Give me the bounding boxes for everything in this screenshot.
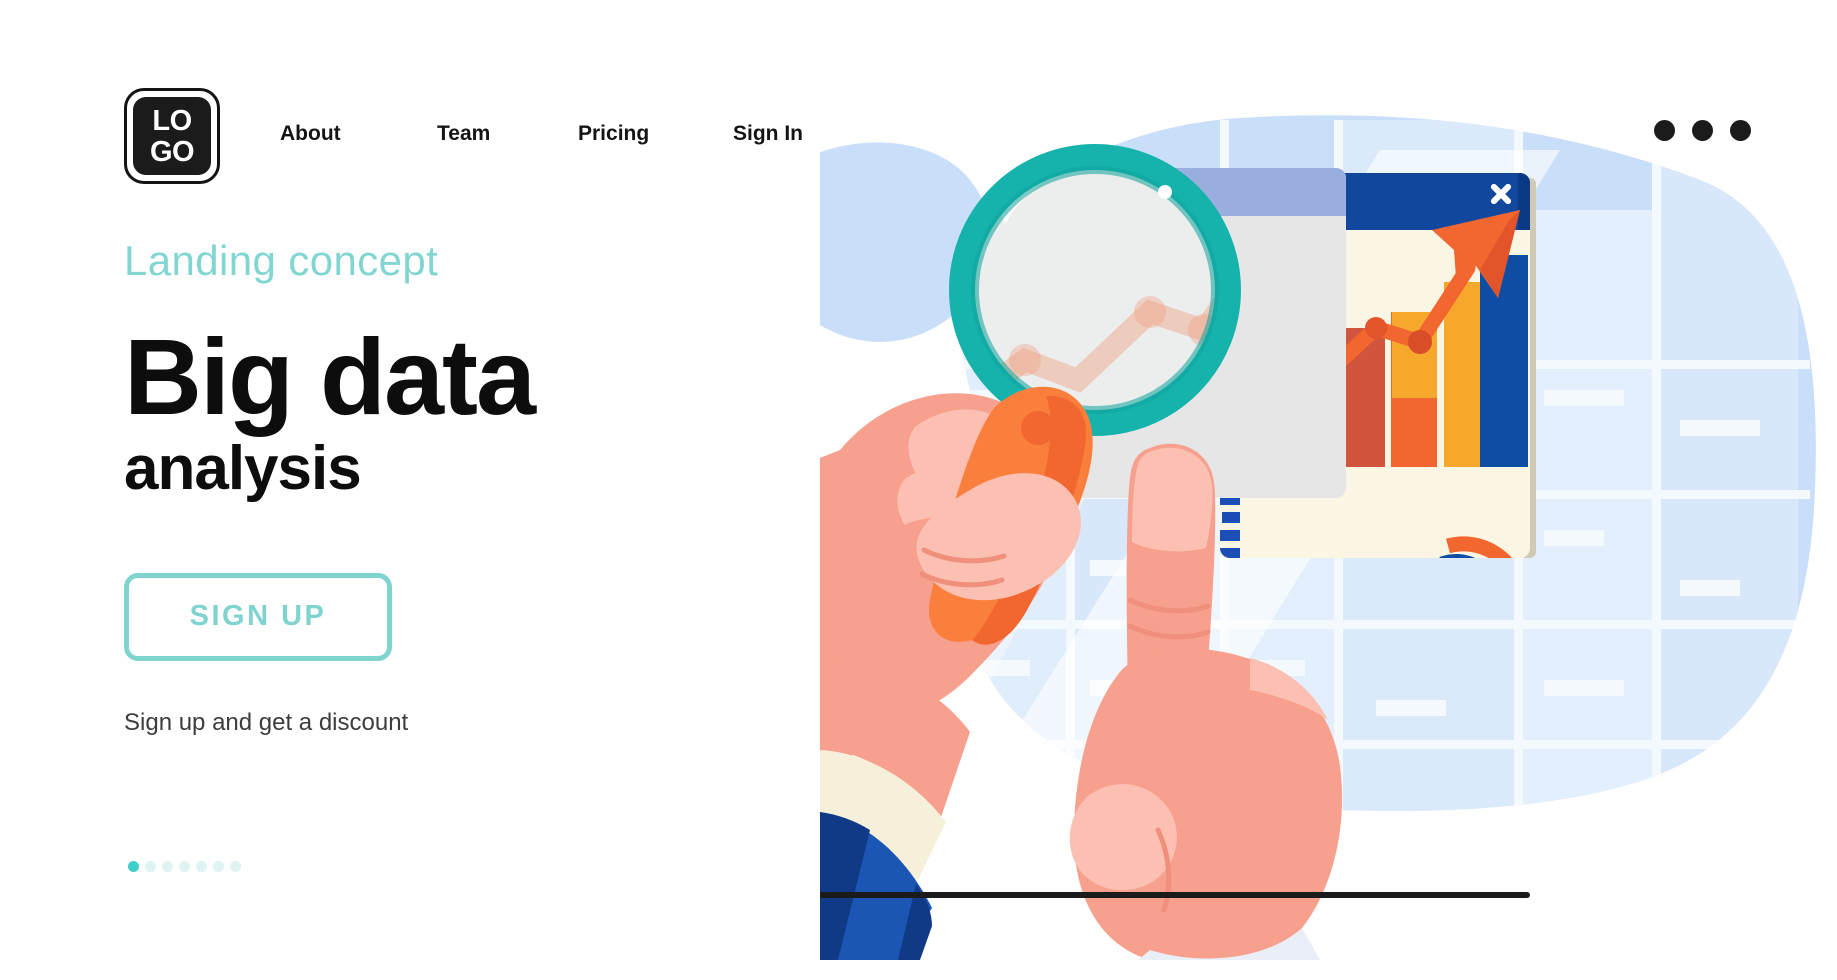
carousel-dot-3[interactable]: [162, 861, 173, 872]
carousel-dot-1[interactable]: [128, 861, 139, 872]
page-subtitle: analysis: [124, 433, 362, 503]
carousel-dot-6[interactable]: [213, 861, 224, 872]
hero-subnote: Sign up and get a discount: [124, 708, 409, 736]
logo-line-2: GO: [149, 135, 195, 168]
nav-item-team[interactable]: Team: [437, 122, 578, 146]
nav-item-pricing[interactable]: Pricing: [578, 122, 733, 146]
carousel-dot-7[interactable]: [230, 861, 241, 872]
hero-eyebrow: Landing concept: [124, 237, 439, 284]
main-nav: About Team Pricing Sign In: [280, 122, 853, 146]
carousel-dot-5[interactable]: [196, 861, 207, 872]
hero-section: Landing concept Big data analysis SIGN U…: [124, 240, 744, 737]
carousel-dot-4[interactable]: [179, 861, 190, 872]
logo[interactable]: LO GO: [124, 88, 220, 184]
hero-illustration: [820, 60, 1830, 960]
ground-line: [820, 892, 1530, 898]
page-title: Big data: [124, 316, 536, 437]
nav-item-about[interactable]: About: [280, 122, 437, 146]
logo-line-1: LO: [152, 104, 192, 137]
landing-page: LO GO About Team Pricing Sign In Landing…: [0, 0, 1837, 980]
carousel-dots[interactable]: [128, 861, 241, 872]
carousel-dot-2[interactable]: [145, 861, 156, 872]
sign-up-button[interactable]: SIGN UP: [124, 572, 392, 661]
logo-mark: LO GO: [133, 97, 211, 175]
